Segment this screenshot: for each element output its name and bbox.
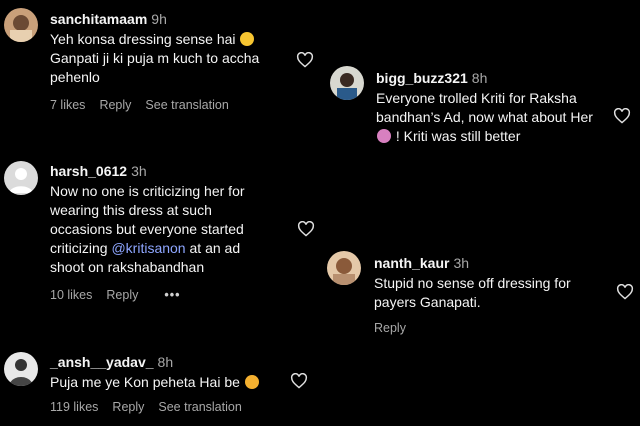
comment-username[interactable]: bigg_buzz321 8h <box>376 70 487 86</box>
heart-outline-icon[interactable] <box>296 52 314 68</box>
comment-username[interactable]: nanth_kaur 3h <box>374 255 469 271</box>
avatar[interactable] <box>4 352 38 386</box>
comment-time: 3h <box>131 163 147 179</box>
comment-text: Now no one is criticizing her for wearin… <box>50 183 245 275</box>
reply-link[interactable]: Reply <box>99 98 131 112</box>
avatar[interactable] <box>327 251 361 285</box>
comment-time: 3h <box>453 255 470 271</box>
see-translation-link[interactable]: See translation <box>145 98 228 112</box>
comment-time: 9h <box>151 11 167 27</box>
comment-text: Everyone trolled Kriti for Raksha bandha… <box>376 90 593 144</box>
likes-count[interactable]: 119 likes <box>50 400 98 414</box>
comment-time: 8h <box>157 354 174 370</box>
see-translation-link[interactable]: See translation <box>158 400 241 414</box>
likes-count[interactable]: 10 likes <box>50 288 92 302</box>
comment-time: 8h <box>471 70 488 86</box>
comment-username[interactable]: harsh_0612 3h <box>50 163 147 179</box>
comment-username[interactable]: _ansh__yadav_ 8h <box>50 354 173 370</box>
heart-outline-icon[interactable] <box>613 108 631 124</box>
default-avatar-icon[interactable] <box>4 161 38 195</box>
comment-text: Stupid no sense off dressing for payers … <box>374 275 571 310</box>
comment-username[interactable]: sanchitamaam 9h <box>50 11 167 27</box>
reply-link[interactable]: Reply <box>106 288 138 302</box>
heart-outline-icon[interactable] <box>290 373 308 389</box>
comment-meta: 7 likes Reply See translation <box>50 98 243 112</box>
heart-outline-icon[interactable] <box>616 284 634 300</box>
avatar[interactable] <box>4 8 38 42</box>
heart-outline-icon[interactable] <box>297 221 315 237</box>
comment-meta: Reply <box>374 321 420 335</box>
reply-link[interactable]: Reply <box>374 321 406 335</box>
reply-link[interactable]: Reply <box>112 400 144 414</box>
likes-count[interactable]: 7 likes <box>50 98 85 112</box>
more-options-icon[interactable]: ••• <box>164 288 180 302</box>
shocked-emoji-icon <box>377 129 391 143</box>
comment-meta: 119 likes Reply See translation <box>50 400 256 414</box>
grinning-sweat-emoji-icon <box>240 32 255 46</box>
mention-link[interactable]: @kritisanon <box>111 240 185 256</box>
comment-text: Yeh konsa dressing sense hai Ganpati ji … <box>50 31 260 85</box>
avatar[interactable] <box>330 66 364 100</box>
comment-text: Puja me ye Kon peheta Hai be <box>50 373 290 392</box>
flushed-emoji-icon <box>244 375 259 389</box>
comment-meta: 10 likes Reply ••• <box>50 288 195 302</box>
